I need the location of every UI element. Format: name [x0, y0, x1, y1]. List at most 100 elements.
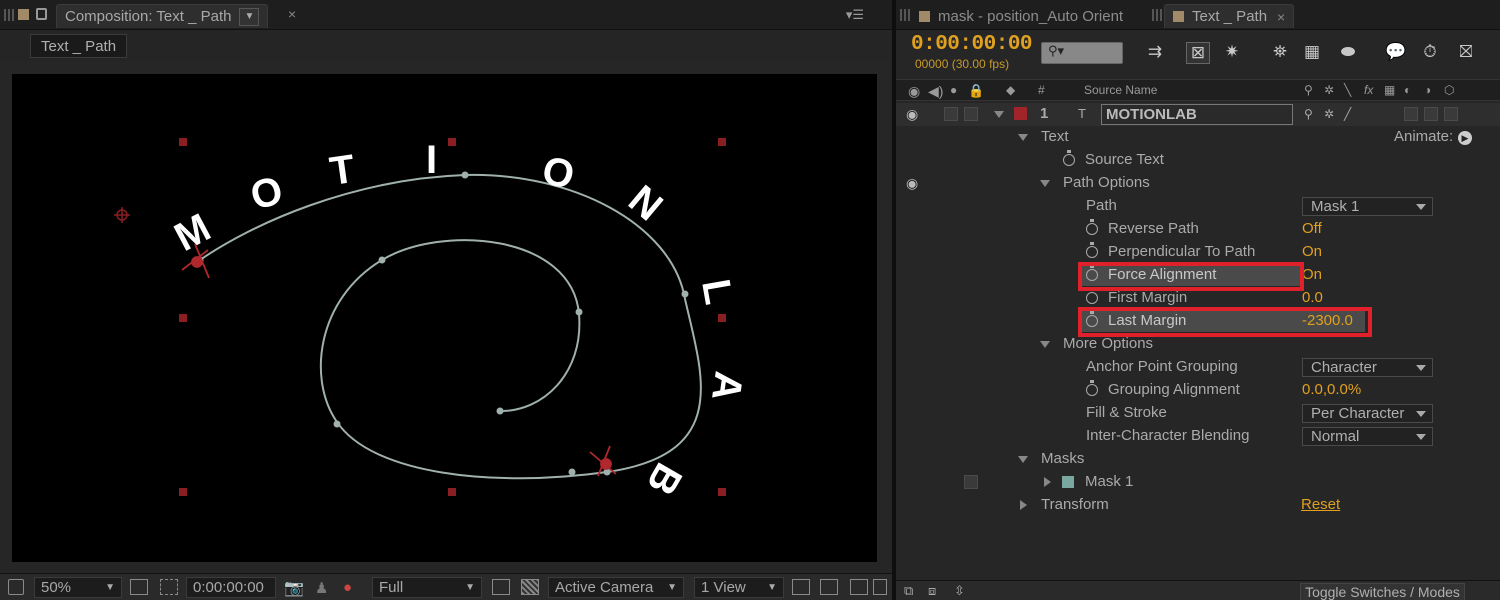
visibility-eye-icon[interactable]: ◉ — [906, 175, 918, 192]
first-margin-value[interactable]: 0.0 — [1302, 289, 1323, 306]
stopwatch-icon[interactable] — [1086, 288, 1098, 304]
row-perpendicular[interactable]: Perpendicular To Path On — [896, 241, 1500, 264]
transfer-controls-icon[interactable]: ⇳ — [954, 583, 965, 599]
tab-text-path[interactable]: Text _ Path × — [1164, 4, 1295, 28]
expand-masks-icon[interactable] — [1018, 456, 1028, 463]
draft-3d-icon[interactable]: ⊠ — [1186, 42, 1210, 64]
path-dropdown[interactable]: Mask 1 — [1302, 197, 1433, 216]
solo-switch[interactable] — [944, 107, 958, 121]
mask-color-swatch[interactable] — [1062, 476, 1074, 488]
composition-viewer[interactable]: M O T I O N L A B — [12, 74, 877, 562]
row-text[interactable]: Text Animate: ▶ — [896, 126, 1500, 149]
3d-switch[interactable] — [1444, 107, 1458, 121]
lock-icon[interactable] — [36, 8, 47, 20]
close-icon[interactable]: × — [1277, 9, 1285, 25]
expand-mask1-icon[interactable] — [1044, 477, 1051, 487]
mask-lock-switch[interactable] — [964, 475, 978, 489]
layer-label-color[interactable] — [1014, 107, 1027, 120]
timeline-timecode[interactable]: 0:00:00:00 — [911, 33, 1033, 56]
row-transform[interactable]: Transform Reset — [896, 494, 1500, 517]
anchor-point-icon[interactable] — [114, 207, 130, 223]
search-input[interactable]: ⚲▾ — [1041, 42, 1123, 64]
expand-path-options-icon[interactable] — [1040, 180, 1050, 187]
stopwatch-icon[interactable] — [1086, 242, 1098, 258]
timeline-icon[interactable] — [850, 579, 868, 595]
person-icon[interactable]: ♟ — [315, 577, 328, 598]
expand-layer-icon[interactable] — [994, 111, 1004, 118]
layer-row[interactable]: ◉ 1 T MOTIONLAB ⚲ ✲ ╱ — [896, 103, 1500, 126]
animate-play-icon[interactable]: ▶ — [1458, 131, 1472, 145]
anchor-grouping-dropdown[interactable]: Character — [1302, 358, 1433, 377]
reset-link[interactable]: Reset — [1301, 496, 1340, 513]
perpendicular-value[interactable]: On — [1302, 243, 1322, 260]
expand-more-options-icon[interactable] — [1040, 341, 1050, 348]
animate-menu[interactable]: Animate: — [1394, 128, 1453, 145]
flowchart-icon[interactable] — [873, 579, 887, 595]
reverse-path-value[interactable]: Off — [1302, 220, 1322, 237]
viewer-canvas[interactable]: M O T I O N L A B — [12, 74, 877, 562]
visibility-eye-icon[interactable]: ◉ — [906, 106, 918, 123]
inter-char-dropdown[interactable]: Normal — [1302, 427, 1433, 446]
auto-keyframe-icon[interactable]: 💬 — [1384, 42, 1408, 64]
view-layout-dropdown[interactable]: 1 View ▼ — [694, 577, 784, 598]
fast-preview-icon[interactable] — [820, 579, 838, 595]
region-of-interest-icon[interactable] — [160, 579, 178, 595]
graph-editor-icon[interactable]: ⛝ — [1454, 42, 1478, 64]
panel-grip-icon[interactable] — [1152, 9, 1162, 21]
toggle-pixel-aspect-icon[interactable] — [792, 579, 810, 595]
collapse-switch-icon[interactable]: ✲ — [1324, 107, 1334, 121]
row-grouping-alignment[interactable]: Grouping Alignment 0.0,0.0% — [896, 379, 1500, 402]
fast-previews-icon[interactable] — [492, 579, 510, 595]
grouping-alignment-value[interactable]: 0.0,0.0% — [1302, 381, 1361, 398]
row-mask-1[interactable]: Mask 1 — [896, 471, 1500, 494]
row-masks[interactable]: Masks — [896, 448, 1500, 471]
row-anchor-grouping[interactable]: Anchor Point Grouping Character — [896, 356, 1500, 379]
comp-mini-flowchart-icon[interactable]: ⇉ — [1143, 42, 1167, 64]
stopwatch-icon[interactable]: ⏱ — [1418, 42, 1442, 64]
comp-button-icon[interactable]: ⧉ — [904, 583, 913, 599]
frame-blending-icon[interactable]: ⛯ — [1268, 42, 1292, 64]
tab-composition[interactable]: Composition: Text _ Path ▼ — [56, 4, 269, 28]
tab-mask-position[interactable]: mask - position_Auto Orient — [910, 4, 1132, 28]
quality-switch-icon[interactable]: ╱ — [1344, 107, 1351, 121]
fit-icon[interactable] — [130, 579, 148, 595]
force-alignment-value[interactable]: On — [1302, 266, 1322, 283]
shy-switch-icon[interactable]: ⚲ — [1304, 107, 1313, 121]
expand-text-icon[interactable] — [1018, 134, 1028, 141]
panel-grip-icon[interactable] — [4, 9, 14, 21]
fill-stroke-dropdown[interactable]: Per Character — [1302, 404, 1433, 423]
adjustment-switch[interactable] — [1424, 107, 1438, 121]
row-inter-char-blending[interactable]: Inter-Character Blending Normal — [896, 425, 1500, 448]
layer-switches-icon[interactable]: ⧈ — [928, 583, 936, 599]
panel-menu-icon[interactable]: ▾☰ — [846, 7, 864, 23]
column-source-name[interactable]: Source Name — [1084, 83, 1157, 97]
row-path-options[interactable]: ◉ Path Options — [896, 172, 1500, 195]
close-icon[interactable]: × — [288, 6, 296, 22]
layer-name-field[interactable]: MOTIONLAB — [1101, 104, 1293, 125]
transparency-grid-icon[interactable] — [521, 579, 539, 595]
mask-vertices[interactable] — [196, 171, 689, 476]
row-path[interactable]: Path Mask 1 — [896, 195, 1500, 218]
motion-blur-switch[interactable] — [1404, 107, 1418, 121]
current-time-field[interactable]: 0:00:00:00 — [186, 577, 276, 598]
comp-name-chip[interactable]: Text _ Path — [30, 34, 128, 58]
shy-layers-icon[interactable]: ✷ — [1220, 42, 1244, 64]
comp-dropdown-button[interactable]: ▼ — [239, 7, 260, 26]
row-fill-stroke[interactable]: Fill & Stroke Per Character — [896, 402, 1500, 425]
toggle-switches-modes-button[interactable]: Toggle Switches / Modes — [1300, 583, 1465, 600]
motion-blur-icon[interactable]: ▦ — [1300, 42, 1324, 64]
expand-transform-icon[interactable] — [1020, 500, 1027, 510]
always-preview-icon[interactable] — [8, 579, 24, 595]
resolution-dropdown[interactable]: Full ▼ — [372, 577, 482, 598]
row-source-text[interactable]: Source Text — [896, 149, 1500, 172]
zoom-dropdown[interactable]: 50% ▼ — [34, 577, 122, 598]
row-reverse-path[interactable]: Reverse Path Off — [896, 218, 1500, 241]
last-margin-marker[interactable] — [589, 445, 617, 477]
stopwatch-icon[interactable] — [1086, 380, 1098, 396]
view-dropdown[interactable]: Active Camera ▼ — [548, 577, 684, 598]
stopwatch-icon[interactable] — [1063, 150, 1075, 166]
panel-grip-icon[interactable] — [900, 9, 910, 21]
channels-icon[interactable]: ● — [343, 577, 352, 598]
stopwatch-icon[interactable] — [1086, 219, 1098, 235]
camera-snapshot-icon[interactable]: 📷 — [284, 577, 304, 598]
